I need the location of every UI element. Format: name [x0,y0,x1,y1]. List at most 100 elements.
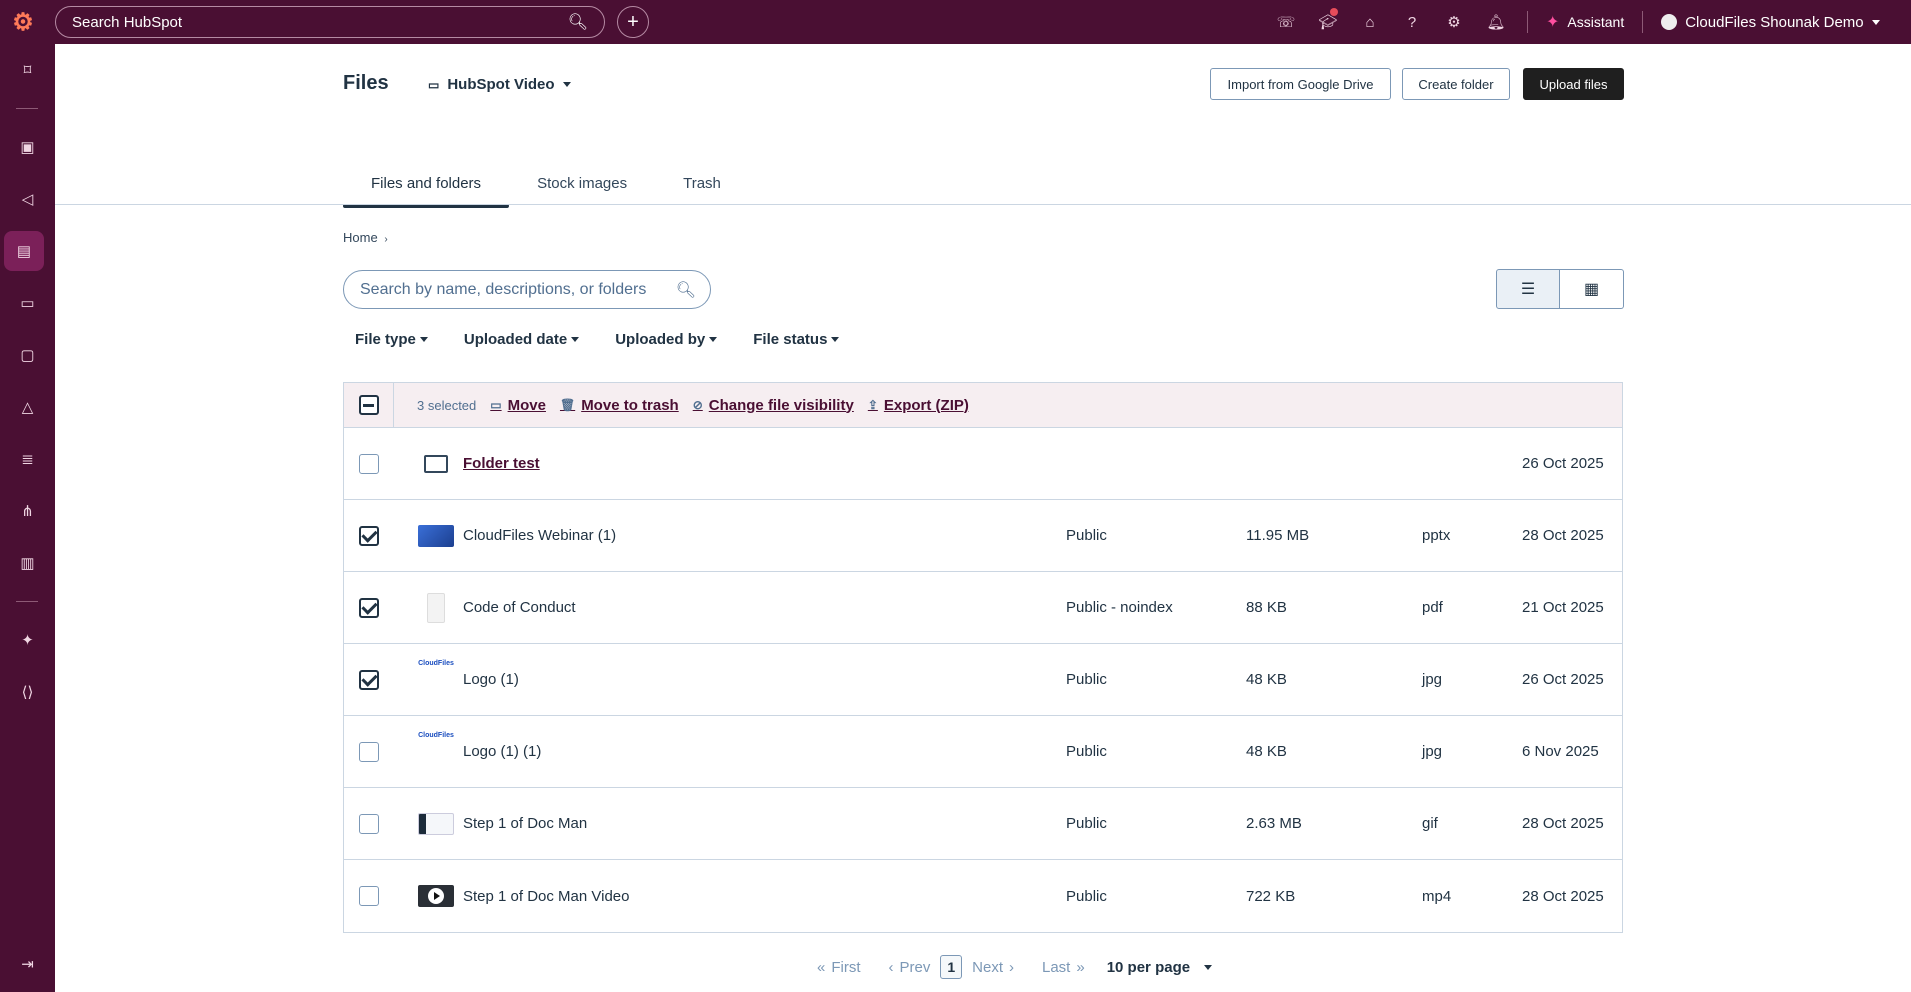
next-label: Next [972,958,1003,976]
row-checkbox[interactable] [359,886,379,906]
bookmark-icon[interactable]: ⌑ [0,50,55,90]
account-menu[interactable]: CloudFiles Shounak Demo [1653,14,1880,31]
chevron-down-icon [1871,19,1880,25]
automation-icon[interactable]: ⋔ [0,491,55,531]
first-page-button[interactable]: « First [817,959,861,976]
upload-files-button[interactable]: Upload files [1523,68,1624,100]
filter-uploaded-date[interactable]: Uploaded date [464,331,580,348]
file-name[interactable]: Folder test [463,455,540,472]
search-icon[interactable]: 🔍︎ [676,280,696,300]
tab-bar: Files and folders Stock images Trash [343,160,749,208]
export-zip-button[interactable]: ⇪ Export (ZIP) [868,397,969,414]
row-checkbox-cell [344,453,394,474]
breadcrumb[interactable]: Home › [343,230,388,245]
move-button[interactable]: ▭ Move [490,397,546,414]
table-row[interactable]: Code of Conduct Public - noindex 88 KB p… [344,572,1622,644]
file-size: 722 KB [1246,887,1296,905]
file-visibility: Public [1066,743,1107,760]
select-all-checkbox[interactable] [358,395,379,415]
tab-trash[interactable]: Trash [655,160,749,206]
file-search-input[interactable]: Search by name, descriptions, or folders… [343,270,711,309]
file-visibility: Public [1066,527,1107,544]
file-name[interactable]: Code of Conduct [463,599,576,616]
file-date: 6 Nov 2025 [1522,743,1599,760]
current-page[interactable]: 1 [940,955,963,979]
create-folder-button[interactable]: Create folder [1402,68,1510,100]
settings-gear-icon[interactable]: ⚙ [1433,0,1475,44]
row-checkbox[interactable] [359,453,379,474]
prev-page-button[interactable]: ‹ Prev [889,959,931,976]
file-name[interactable]: Logo (1) [463,671,519,688]
content-icon[interactable]: ▤ [4,231,44,271]
row-checkbox[interactable] [359,813,379,834]
file-size: 88 KB [1246,599,1287,616]
row-checkbox[interactable] [359,597,379,618]
development-icon[interactable]: ⟨⟩ [0,672,55,712]
reporting-icon[interactable]: ▥ [0,543,55,583]
breadcrumb-home[interactable]: Home [343,230,378,245]
search-icon[interactable]: 🔍︎ [568,12,588,32]
last-page-button[interactable]: Last » [1042,959,1085,976]
move-to-trash-button[interactable]: 🗑︎ Move to trash [560,397,679,414]
per-page-select[interactable]: 10 per page [1107,959,1213,976]
service-icon[interactable]: △ [0,387,55,427]
payments-icon[interactable]: ▢ [0,335,55,375]
file-date: 26 Oct 2025 [1522,455,1604,472]
file-extension: jpg [1422,671,1443,688]
hubspot-logo-icon[interactable]: ⚙ [10,8,36,36]
table-row[interactable]: CloudFiles Logo (1) Public 48 KB jpg 26 … [344,644,1622,716]
row-checkbox[interactable] [359,741,379,762]
global-search-input[interactable]: Search HubSpot 🔍︎ [55,6,605,38]
tab-stock-images[interactable]: Stock images [509,160,655,206]
file-name[interactable]: Step 1 of Doc Man Video [463,888,630,905]
row-checkbox[interactable] [359,525,379,546]
filter-label: File status [753,331,828,348]
data-management-icon[interactable]: ≣ [0,439,55,479]
filter-uploaded-by[interactable]: Uploaded by [615,331,718,348]
next-page-button[interactable]: Next › [972,959,1014,976]
row-checkbox[interactable] [359,669,379,690]
table-row[interactable]: Step 1 of Doc Man Public 2.63 MB gif 28 … [344,788,1622,860]
left-sidebar: ⌑ ▣ ◁ ▤ ▭ ▢ △ ≣ ⋔ ▥ ✦ ⟨⟩ ⇥ [0,44,55,992]
file-name[interactable]: CloudFiles Webinar (1) [463,527,616,544]
file-name[interactable]: Step 1 of Doc Man [463,815,587,832]
file-name[interactable]: Logo (1) (1) [463,743,541,760]
change-visibility-button[interactable]: ⊘ Change file visibility [693,397,854,414]
phone-icon[interactable]: ☏ [1265,0,1307,44]
table-row[interactable]: Folder test 26 Oct 2025 [344,428,1622,500]
divider [16,601,38,602]
chevron-down-icon [1204,964,1213,970]
help-icon[interactable]: ? [1391,0,1433,44]
expand-sidebar-icon[interactable]: ⇥ [0,944,55,984]
filter-file-type[interactable]: File type [355,331,428,348]
commerce-icon[interactable]: ▭ [0,283,55,323]
hubspot-video-selector[interactable]: ▭ HubSpot Video [428,76,571,93]
row-checkbox-cell [344,597,394,618]
list-view-icon[interactable]: ☰ [1496,269,1560,309]
file-size: 2.63 MB [1246,815,1302,832]
filter-file-status[interactable]: File status [753,331,840,348]
create-new-button[interactable]: + [617,6,649,38]
tab-files-and-folders[interactable]: Files and folders [343,160,510,208]
table-row[interactable]: CloudFiles Webinar (1) Public 11.95 MB p… [344,500,1622,572]
table-row[interactable]: Step 1 of Doc Man Video Public 722 KB mp… [344,860,1622,932]
files-table: 3 selected ▭ Move 🗑︎ Move to trash ⊘ Change… [343,382,1623,933]
notifications-bell-icon[interactable]: 🔔︎ [1475,0,1517,44]
row-checkbox-cell [344,741,394,762]
assistant-button[interactable]: ✦ Assistant [1538,12,1632,32]
assistant-label: Assistant [1567,14,1625,30]
chevron-down-icon [571,337,580,342]
trash-label: Move to trash [581,396,679,414]
marketing-megaphone-icon[interactable]: ◁ [0,179,55,219]
marketplace-icon[interactable]: ⌂ [1349,0,1391,44]
file-search-placeholder: Search by name, descriptions, or folders [360,280,647,298]
grid-view-icon[interactable]: ▦ [1560,269,1624,309]
divider [55,204,1911,205]
academy-icon[interactable]: 🎓︎ [1307,0,1349,44]
table-row[interactable]: CloudFiles Logo (1) (1) Public 48 KB jpg… [344,716,1622,788]
file-extension: mp4 [1422,887,1452,905]
breeze-sparkle-icon[interactable]: ✦ [0,620,55,660]
import-google-drive-button[interactable]: Import from Google Drive [1210,68,1391,100]
export-icon: ⇪ [867,398,878,412]
contacts-icon[interactable]: ▣ [0,127,55,167]
